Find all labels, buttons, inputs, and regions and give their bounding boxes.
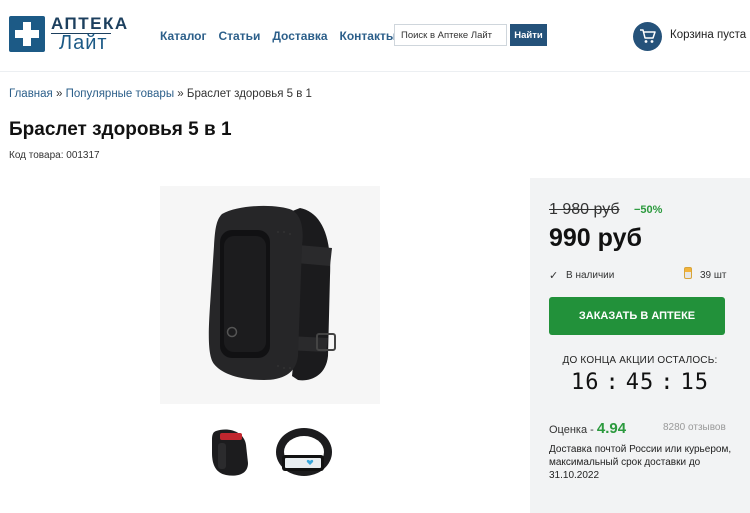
reviews-count[interactable]: 8280 отзывов [663,422,726,433]
cart-icon[interactable] [633,22,662,51]
breadcrumb-separator: » [55,88,63,100]
logo-title: АПТЕКА [51,14,129,33]
nav-catalog[interactable]: Каталог [160,29,207,43]
timer-minutes: 45 [625,370,655,395]
breadcrumb-current: Браслет здоровья 5 в 1 [186,88,312,100]
product-thumbnail[interactable] [200,425,264,480]
order-in-pharmacy-button[interactable]: ЗАКАЗАТЬ В АПТЕКЕ [549,297,725,335]
product-sku: Код товара: 001317 [9,150,100,161]
search-input[interactable] [394,24,507,46]
rating-label: Оценка - [549,424,597,436]
cart-status[interactable]: Корзина пуста [670,29,746,41]
current-price: 990 руб [549,224,642,252]
breadcrumb-separator: » [177,88,184,100]
breadcrumb-home[interactable]: Главная [9,88,53,100]
logo-subtitle: Лайт [59,32,108,54]
breadcrumb: Главная » Популярные товары » Браслет зд… [9,88,312,100]
nav-delivery[interactable]: Доставка [272,29,327,43]
old-price: 1 980 руб [549,201,620,218]
logo[interactable]: АПТЕКА Лайт [9,13,127,55]
rating-value: 4.94 [596,420,627,437]
pharmacy-cross-icon [9,16,45,52]
product-main-image[interactable] [160,186,380,404]
check-icon: ✓ [549,270,559,282]
delivery-info: Доставка почтой России или курьером, мак… [549,444,732,481]
timer-hours: 16 [571,370,600,395]
site-header: АПТЕКА Лайт Каталог Статьи Доставка Конт… [0,0,750,72]
stock-status: В наличии [566,270,615,281]
page-title: Браслет здоровья 5 в 1 [9,119,232,140]
timer-seconds: 15 [680,370,709,395]
timer-separator: : [660,370,675,395]
stock-quantity: 39 шт [700,270,727,281]
main-nav: Каталог Статьи Доставка Контакты [160,29,396,43]
breadcrumb-category[interactable]: Популярные товары [66,88,175,100]
discount-badge: −50% [634,204,663,216]
nav-contacts[interactable]: Контакты [340,29,397,43]
battery-icon [684,267,692,279]
timer-separator: : [605,370,620,395]
countdown-timer: 16:45:15 [530,370,750,395]
nav-articles[interactable]: Статьи [219,29,261,43]
promo-countdown-label: ДО КОНЦА АКЦИИ ОСТАЛОСЬ: [562,355,718,366]
rating: Оценка - 4.94 [549,420,626,437]
offer-panel: 1 980 руб −50% 990 руб ✓ В наличии 39 шт… [530,178,750,513]
product-thumbnail[interactable] [270,425,334,480]
search-button[interactable]: Найти [510,24,547,46]
